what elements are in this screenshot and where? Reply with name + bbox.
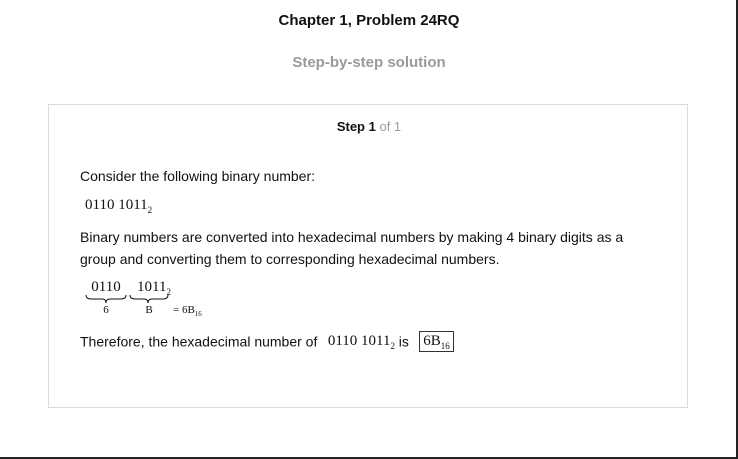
group2-brace	[129, 294, 169, 304]
step-header: Step 1 of 1	[49, 119, 689, 134]
answer-box: 6B16	[419, 331, 454, 352]
conclusion-prefix: Therefore, the hexadecimal number of	[80, 333, 318, 350]
chapter-title: Chapter 1, Problem 24RQ	[278, 12, 460, 29]
answer-base: 16	[440, 341, 450, 351]
step-count: of 1	[379, 119, 402, 134]
group2-hex: B	[145, 304, 153, 316]
conclusion-binary-base: 2	[390, 340, 395, 351]
group1-hex: 6	[103, 304, 109, 316]
conversion-diagram: 0110 10112 6 B = 6B16	[85, 279, 245, 319]
binary-number-value: 0110 1011	[85, 197, 148, 213]
solution-subtitle: Step-by-step solution	[292, 54, 446, 71]
conclusion-binary: 0110 10112	[327, 332, 399, 351]
hex-result: = 6B16	[173, 304, 202, 318]
solution-card: Step 1 of 1 Consider the following binar…	[48, 104, 688, 408]
answer-value: 6B	[423, 333, 441, 349]
conclusion-line: Therefore, the hexadecimal number of 011…	[80, 331, 680, 357]
conclusion-is: is	[398, 333, 409, 350]
explanation-text: Binary numbers are converted into hexade…	[80, 229, 624, 267]
group2-bits: 1011	[137, 279, 167, 295]
conclusion-binary-value: 0110 1011	[327, 332, 391, 349]
binary-number-base: 2	[147, 205, 153, 215]
step-label: Step 1	[336, 119, 376, 134]
intro-text: Consider the following binary number:	[80, 168, 316, 184]
hex-result-base: 16	[194, 310, 202, 319]
hex-result-value: = 6B	[173, 304, 195, 316]
binary-number: 0110 10112	[85, 197, 152, 215]
group1-brace	[85, 294, 127, 304]
